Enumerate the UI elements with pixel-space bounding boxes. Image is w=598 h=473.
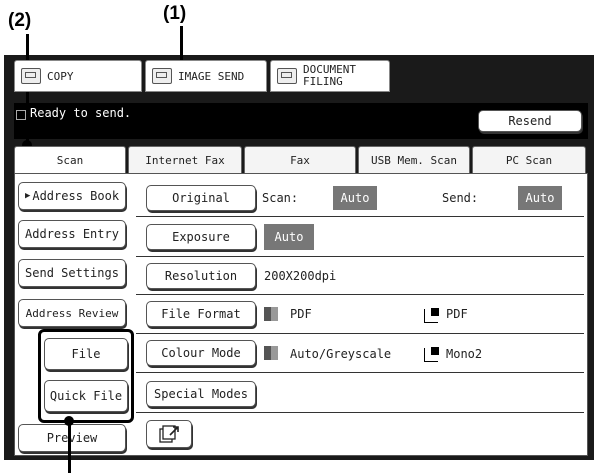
tab-image-send-label: IMAGE SEND bbox=[178, 69, 245, 83]
colour-mode-button[interactable]: Colour Mode bbox=[146, 340, 256, 366]
tab-internet-fax[interactable]: Internet Fax bbox=[128, 146, 242, 173]
row-divider bbox=[136, 333, 584, 334]
row-divider bbox=[136, 412, 584, 413]
tab-document-filing[interactable]: DOCUMENT FILING bbox=[270, 60, 390, 92]
tab-fax[interactable]: Fax bbox=[244, 146, 356, 173]
highlight-box bbox=[38, 329, 134, 423]
exposure-button[interactable]: Exposure bbox=[146, 224, 256, 250]
file-format-mono-value: PDF bbox=[446, 307, 468, 321]
tab-image-send[interactable]: IMAGE SEND bbox=[145, 60, 267, 92]
callout-label-1: (1) bbox=[163, 3, 187, 24]
colour-mode-mono-value: Mono2 bbox=[446, 347, 483, 361]
copy-icon bbox=[21, 68, 41, 84]
resolution-value: 200X200dpi bbox=[264, 269, 337, 283]
mono-file-icon bbox=[424, 308, 439, 323]
scan-label: Scan: bbox=[262, 191, 299, 205]
color-file-icon bbox=[264, 307, 278, 321]
tab-copy-label: COPY bbox=[47, 69, 74, 83]
tab-copy[interactable]: COPY bbox=[14, 60, 142, 92]
send-label: Send: bbox=[442, 191, 479, 205]
file-format-color-value: PDF bbox=[290, 307, 312, 321]
tab-usb-mem-scan[interactable]: USB Mem. Scan bbox=[358, 146, 470, 173]
special-modes-button[interactable]: Special Modes bbox=[146, 381, 256, 407]
scan-value: Auto bbox=[333, 186, 377, 210]
tab-document-filing-label-line2: FILING bbox=[303, 75, 343, 88]
callout-line-1 bbox=[180, 26, 183, 64]
row-divider bbox=[136, 216, 584, 217]
send-value: Auto bbox=[518, 186, 562, 210]
image-send-icon bbox=[152, 68, 172, 84]
tab-document-filing-label: DOCUMENT FILING bbox=[303, 64, 356, 88]
document-arrow-icon bbox=[159, 425, 179, 443]
exposure-value: Auto bbox=[264, 224, 314, 250]
status-message: Ready to send. bbox=[30, 106, 132, 120]
mono-mode-icon bbox=[424, 347, 439, 362]
row-divider bbox=[136, 294, 584, 295]
colour-mode-color-value: Auto/Greyscale bbox=[290, 347, 392, 361]
address-book-button[interactable]: ▶ Address Book bbox=[18, 182, 126, 210]
row-divider bbox=[136, 372, 584, 373]
send-settings-button[interactable]: Send Settings bbox=[18, 259, 126, 287]
original-button[interactable]: Original bbox=[146, 185, 256, 211]
preview-button[interactable]: Preview bbox=[18, 424, 126, 452]
address-book-label: Address Book bbox=[32, 189, 120, 203]
row-divider bbox=[136, 256, 584, 257]
color-mode-icon bbox=[264, 346, 278, 360]
callout-dot-3 bbox=[64, 416, 74, 426]
address-review-button[interactable]: Address Review bbox=[18, 299, 126, 327]
address-entry-button[interactable]: Address Entry bbox=[18, 220, 126, 248]
callout-label-2: (2) bbox=[8, 10, 32, 31]
tab-scan[interactable]: Scan bbox=[14, 146, 126, 174]
callout-line-3 bbox=[68, 423, 71, 473]
tab-pc-scan[interactable]: PC Scan bbox=[472, 146, 586, 173]
resolution-button[interactable]: Resolution bbox=[146, 263, 256, 289]
triangle-right-icon: ▶ bbox=[24, 191, 31, 201]
send-options-button[interactable] bbox=[146, 420, 192, 448]
file-format-button[interactable]: File Format bbox=[146, 301, 256, 327]
resend-button[interactable]: Resend bbox=[478, 110, 582, 132]
document-filing-icon bbox=[277, 68, 297, 84]
status-indicator-icon bbox=[16, 110, 26, 120]
